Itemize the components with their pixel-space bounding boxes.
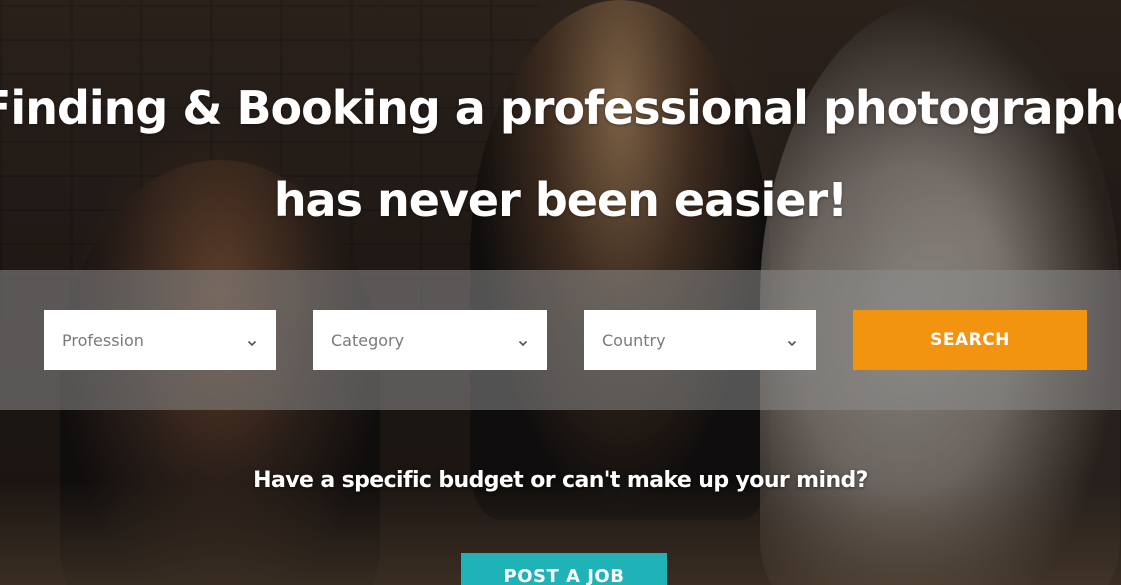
country-select[interactable]: Country: [584, 310, 816, 370]
budget-prompt-text: Have a specific budget or can't make up …: [253, 468, 868, 493]
profession-select-label: Profession: [62, 330, 144, 350]
profession-select[interactable]: Profession: [44, 310, 276, 370]
post-a-job-button[interactable]: POST A JOB: [461, 553, 667, 585]
chevron-down-icon: [517, 334, 529, 347]
hero-headline-line1: Finding & Booking a professional photogr…: [0, 81, 1121, 135]
search-button[interactable]: SEARCH: [853, 310, 1087, 370]
hero-section: Finding & Booking a professional photogr…: [0, 0, 1121, 585]
chevron-down-icon: [786, 334, 798, 347]
country-select-label: Country: [602, 330, 666, 350]
hero-headline-line2: has never been easier!: [273, 173, 848, 227]
chevron-down-icon: [246, 334, 258, 347]
category-select-label: Category: [331, 330, 405, 350]
category-select[interactable]: Category: [313, 310, 547, 370]
hero-headline: Finding & Booking a professional photogr…: [0, 62, 1121, 246]
